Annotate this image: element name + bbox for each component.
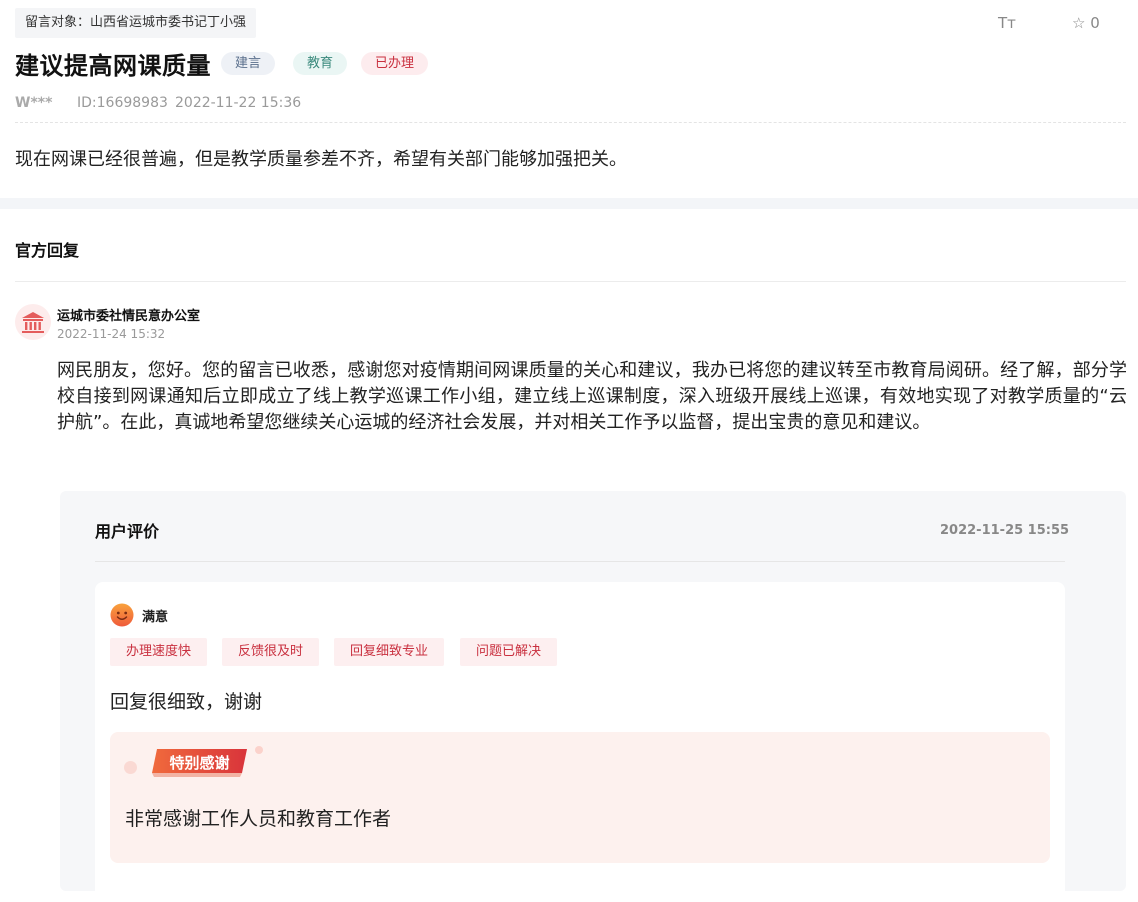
- tag-status-handled: 已办理: [361, 52, 429, 75]
- section-separator: [0, 198, 1138, 209]
- divider: [15, 281, 1126, 282]
- decor-dot: [124, 761, 137, 774]
- special-thanks-box: [110, 732, 1050, 863]
- tag-suggestion: 建言: [221, 52, 276, 75]
- author-name: W***: [15, 95, 53, 111]
- message-content: 现在网课已经很普遍，但是教学质量参差不齐，希望有关部门能够加强把关。: [15, 149, 627, 170]
- favorite-button[interactable]: ☆ 0: [1072, 14, 1100, 32]
- government-building-icon: [22, 312, 44, 333]
- eval-tag-solved: 问题已解决: [460, 638, 558, 666]
- org-avatar: [15, 304, 51, 340]
- special-thanks-badge: 特别感谢: [169, 754, 230, 772]
- eval-tag-fast: 办理速度快: [110, 638, 208, 666]
- divider: [15, 122, 1126, 123]
- star-icon: ☆: [1072, 14, 1086, 32]
- eval-tag-professional: 回复细致专业: [334, 638, 445, 666]
- tag-education: 教育: [293, 52, 348, 75]
- divider: [95, 561, 1065, 562]
- rating-label: 满意: [142, 610, 169, 625]
- favorite-count: 0: [1090, 14, 1100, 32]
- evaluation-heading: 用户评价: [95, 522, 160, 541]
- reply-text: 网民朋友，您好。您的留言已收悉，感谢您对疫情期间网课质量的关心和建议，我办已将您…: [57, 360, 1127, 433]
- message-id: ID:16698983: [77, 95, 168, 111]
- evaluation-time: 2022-11-25 15:55: [940, 523, 1070, 538]
- message-title: 建议提高网课质量: [15, 52, 211, 80]
- special-thanks-text: 非常感谢工作人员和教育工作者: [125, 808, 392, 830]
- font-size-icon[interactable]: Tт: [998, 14, 1016, 32]
- smiley-face-icon: [110, 603, 134, 627]
- message-time: 2022-11-22 15:36: [175, 95, 302, 111]
- reply-time: 2022-11-24 15:32: [57, 327, 166, 341]
- decor-dot: [255, 746, 263, 754]
- eval-tag-timely: 反馈很及时: [222, 638, 320, 666]
- font-size-label: Tт: [998, 14, 1016, 32]
- message-target-chip: 留言对象：山西省运城市委书记丁小强: [15, 8, 257, 38]
- evaluation-comment: 回复很细致，谢谢: [110, 691, 263, 713]
- reply-organization: 运城市委社情民意办公室: [57, 309, 201, 324]
- official-reply-heading: 官方回复: [15, 241, 80, 260]
